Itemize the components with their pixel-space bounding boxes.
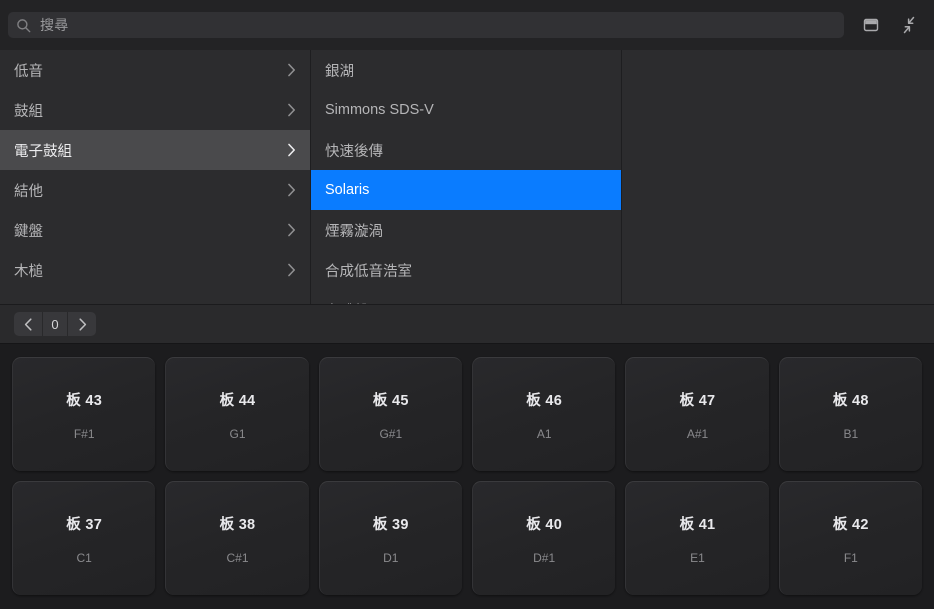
pagination-page-number[interactable]: 0: [42, 312, 68, 336]
patch-row[interactable]: 合成低音浩室: [311, 250, 621, 290]
pad-name: 板 46: [526, 389, 562, 410]
category-label: 低音: [14, 60, 287, 81]
pad-button[interactable]: 板 43 F#1: [12, 357, 155, 471]
category-label: 結他: [14, 180, 287, 201]
patch-label: 合成低音浩室: [325, 260, 607, 281]
patch-label: 銀湖: [325, 60, 607, 81]
patch-label: Simmons SDS-V: [325, 102, 607, 118]
pagination-prev-button[interactable]: [14, 312, 42, 336]
pad-name: 板 37: [66, 513, 102, 534]
pad-name: 板 42: [833, 513, 869, 534]
pad-note: F1: [844, 551, 858, 565]
chevron-right-icon: [287, 263, 296, 277]
patch-row[interactable]: 快速後傳: [311, 130, 621, 170]
pad-name: 板 41: [680, 513, 716, 534]
patch-row[interactable]: 銀湖: [311, 50, 621, 90]
category-column: 低音鼓組電子鼓組結他鍵盤木槌: [0, 50, 311, 304]
pad-note: D#1: [533, 551, 555, 565]
pad-note: C#1: [226, 551, 248, 565]
pad-note: C1: [76, 551, 91, 565]
pad-name: 板 38: [220, 513, 256, 534]
search-icon: [16, 18, 31, 33]
pad-button[interactable]: 板 48 B1: [779, 357, 922, 471]
pad-button[interactable]: 板 37 C1: [12, 481, 155, 595]
category-row[interactable]: 電子鼓組: [0, 130, 310, 170]
category-row[interactable]: 木槌: [0, 250, 310, 290]
chevron-left-icon: [24, 318, 33, 331]
collapse-arrows-icon[interactable]: [898, 14, 920, 36]
category-row[interactable]: 鍵盤: [0, 210, 310, 250]
category-label: 鼓組: [14, 100, 287, 121]
search-input[interactable]: 搜尋: [8, 12, 844, 38]
pad-button[interactable]: 板 39 D1: [319, 481, 462, 595]
pad-button[interactable]: 板 40 D#1: [472, 481, 615, 595]
patch-row[interactable]: 立體聲: [311, 290, 621, 304]
patch-label: Solaris: [325, 182, 607, 198]
pad-note: E1: [690, 551, 705, 565]
toolbar-icon-group: [860, 14, 934, 36]
pad-button[interactable]: 板 42 F1: [779, 481, 922, 595]
chevron-right-icon: [287, 183, 296, 197]
pad-name: 板 47: [680, 389, 716, 410]
patch-browser: 低音鼓組電子鼓組結他鍵盤木槌 銀湖 Simmons SDS-V 快速後傳 Solari…: [0, 50, 934, 304]
pad-name: 板 44: [220, 389, 256, 410]
pager-control: 0: [14, 312, 96, 336]
pad-name: 板 43: [66, 389, 102, 410]
detail-column: [622, 50, 934, 304]
patch-row[interactable]: Solaris: [311, 170, 621, 210]
top-toolbar: 搜尋: [0, 0, 934, 50]
pad-note: A#1: [687, 427, 708, 441]
pagination-next-button[interactable]: [68, 312, 96, 336]
pad-name: 板 39: [373, 513, 409, 534]
pad-note: G1: [229, 427, 245, 441]
pad-button[interactable]: 板 45 G#1: [319, 357, 462, 471]
patch-column: 銀湖 Simmons SDS-V 快速後傳 Solaris 煙霧漩渦合成低音浩室立體聲: [311, 50, 622, 304]
panel-layout-icon[interactable]: [860, 14, 882, 36]
pad-name: 板 40: [526, 513, 562, 534]
pad-note: D1: [383, 551, 398, 565]
patch-label: 煙霧漩渦: [325, 220, 607, 241]
pad-note: B1: [843, 427, 858, 441]
category-row[interactable]: 低音: [0, 50, 310, 90]
patch-row[interactable]: 煙霧漩渦: [311, 210, 621, 250]
pad-note: G#1: [379, 427, 402, 441]
pad-button[interactable]: 板 47 A#1: [625, 357, 768, 471]
search-placeholder: 搜尋: [40, 15, 68, 35]
chevron-right-icon: [287, 143, 296, 157]
pad-note: F#1: [74, 427, 95, 441]
patch-row[interactable]: Simmons SDS-V: [311, 90, 621, 130]
category-row[interactable]: 鼓組: [0, 90, 310, 130]
pad-button[interactable]: 板 44 G1: [165, 357, 308, 471]
pad-grid: 板 43F#1板 44G1板 45G#1板 46A1板 47A#1板 48B1板…: [0, 345, 934, 609]
chevron-right-icon: [287, 103, 296, 117]
pad-name: 板 45: [373, 389, 409, 410]
pad-button[interactable]: 板 38 C#1: [165, 481, 308, 595]
pad-button[interactable]: 板 46 A1: [472, 357, 615, 471]
category-row[interactable]: 結他: [0, 170, 310, 210]
chevron-right-icon: [287, 63, 296, 77]
pagination-bar: 0: [0, 304, 934, 344]
category-label: 木槌: [14, 260, 287, 281]
pad-button[interactable]: 板 41 E1: [625, 481, 768, 595]
pad-note: A1: [537, 427, 552, 441]
category-label: 電子鼓組: [14, 140, 287, 161]
category-label: 鍵盤: [14, 220, 287, 241]
chevron-right-icon: [287, 223, 296, 237]
chevron-right-icon: [78, 318, 87, 331]
pad-name: 板 48: [833, 389, 869, 410]
patch-label: 快速後傳: [325, 140, 607, 161]
